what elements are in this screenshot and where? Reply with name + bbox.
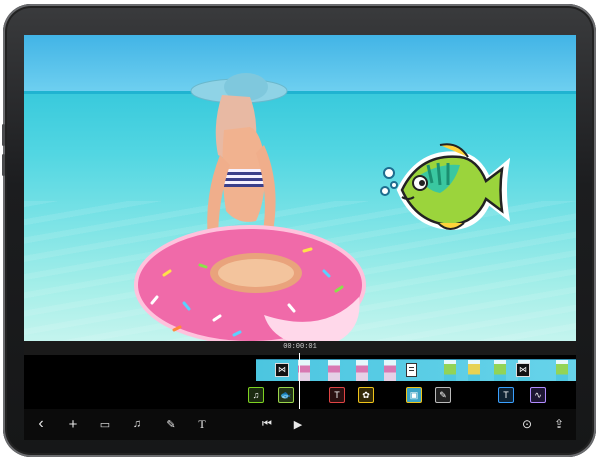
clip-thumbnail [444, 360, 456, 381]
audio-waveform-icon[interactable]: ∿ [530, 387, 546, 403]
clip-thumbnail [556, 360, 568, 381]
text-icon[interactable]: T [498, 387, 514, 403]
music-note-icon[interactable]: ♫ [248, 387, 264, 403]
pencil-icon[interactable]: ✎ [160, 413, 182, 435]
video-preview[interactable] [24, 35, 576, 341]
fish-sticker-icon[interactable] [380, 135, 510, 245]
clip-trim-handle[interactable] [406, 363, 417, 377]
clip-thumbnail [328, 360, 340, 381]
transition-marker-icon[interactable]: ⋈ [516, 363, 530, 377]
play-icon[interactable]: ▶ [287, 413, 309, 435]
fish-sticker-icon[interactable]: 🐟 [278, 387, 294, 403]
photo-icon[interactable]: ▣ [406, 387, 422, 403]
add-icon[interactable]: + [62, 413, 84, 435]
settings-icon[interactable]: ⊙ [516, 413, 538, 435]
media-icon[interactable]: ▭ [94, 413, 116, 435]
timecode-label: 00:00:01 [283, 343, 317, 351]
volume-down-button [2, 154, 5, 176]
clip-thumbnail [468, 360, 480, 381]
back-icon[interactable]: ‹ [30, 413, 52, 435]
app-screen: 00:00:01 ⋈ ⋈ ♫ 🐟 T ✿ ▣ ✎ T ∿ ‹ + ▭ ♫ ✎ T… [24, 35, 576, 440]
pencil-icon[interactable]: ✎ [435, 387, 451, 403]
sticker-icon[interactable]: ✿ [358, 387, 374, 403]
music-icon[interactable]: ♫ [126, 413, 148, 435]
clip-thumbnail [494, 360, 506, 381]
skip-back-icon[interactable]: ⏮ [256, 413, 278, 435]
clip-thumbnail [356, 360, 368, 381]
volume-up-button [2, 124, 5, 146]
text-icon[interactable]: T [191, 413, 213, 435]
share-icon[interactable]: ⇪ [548, 413, 570, 435]
text-icon[interactable]: T [329, 387, 345, 403]
transition-marker-icon[interactable]: ⋈ [275, 363, 289, 377]
playhead[interactable] [299, 353, 300, 409]
clip-thumbnail [384, 360, 396, 381]
